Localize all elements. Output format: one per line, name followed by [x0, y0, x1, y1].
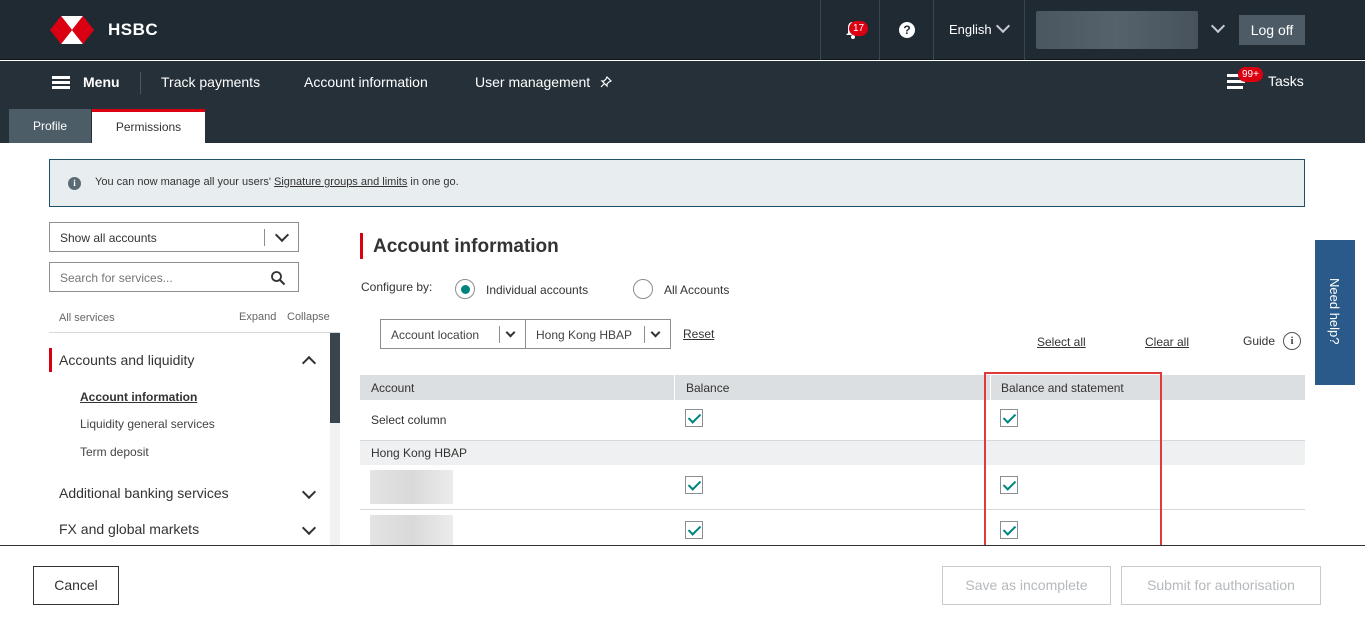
- group-label: Hong Kong HBAP: [371, 446, 468, 460]
- configure-by-label: Configure by:: [361, 280, 433, 294]
- reset-link[interactable]: Reset: [683, 327, 714, 341]
- table-group-row: Hong Kong HBAP: [360, 441, 1305, 465]
- sidebar-group-accounts-liquidity[interactable]: Accounts and liquidity: [59, 352, 194, 368]
- all-services-label: All services: [59, 312, 115, 324]
- chevron-down-icon[interactable]: [650, 327, 661, 338]
- collapse-link[interactable]: Collapse: [287, 311, 330, 323]
- notification-badge: 17: [849, 21, 869, 36]
- chevron-down-icon[interactable]: [274, 227, 290, 243]
- guide-label[interactable]: Guide: [1243, 334, 1275, 348]
- info-notice: i You can now manage all your users' Sig…: [49, 159, 1305, 207]
- divider: [140, 72, 141, 94]
- location-value-dropdown[interactable]: Hong Kong HBAP: [525, 319, 671, 349]
- top-bar: HSBC 17 ? English Log off: [0, 0, 1365, 60]
- page-title: Account information: [373, 236, 559, 257]
- divider: [264, 229, 265, 246]
- info-icon: i: [68, 177, 81, 190]
- signature-groups-link[interactable]: Signature groups and limits: [274, 176, 407, 188]
- divider: [499, 326, 500, 343]
- individual-accounts-label[interactable]: Individual accounts: [486, 283, 588, 297]
- nav-bar: Menu Track payments Account information …: [0, 61, 1365, 101]
- chevron-down-icon[interactable]: [995, 18, 1011, 34]
- pin-icon[interactable]: [600, 76, 612, 88]
- column-header-account: Account: [371, 381, 415, 395]
- hsbc-logo-icon[interactable]: [50, 16, 94, 44]
- all-accounts-label[interactable]: All Accounts: [664, 283, 729, 297]
- table-header: Account Balance Balance and statement: [360, 375, 1305, 400]
- expand-link[interactable]: Expand: [239, 311, 276, 323]
- divider: [674, 375, 675, 400]
- chevron-down-icon[interactable]: [1210, 18, 1226, 34]
- row-balance-checkbox[interactable]: [685, 476, 703, 494]
- divider: [1024, 0, 1025, 60]
- menu-button[interactable]: Menu: [83, 74, 120, 90]
- sidebar-item-account-information[interactable]: Account information: [80, 390, 197, 404]
- tab-profile[interactable]: Profile: [9, 109, 91, 143]
- active-group-indicator: [49, 348, 52, 372]
- help-icon[interactable]: ?: [899, 22, 915, 38]
- search-placeholder: Search for services...: [60, 271, 173, 285]
- logo-text: HSBC: [108, 20, 159, 39]
- sidebar-item-liquidity-general[interactable]: Liquidity general services: [80, 417, 215, 431]
- account-number-redacted: [370, 515, 453, 545]
- logoff-button[interactable]: Log off: [1239, 15, 1305, 45]
- divider: [644, 326, 645, 343]
- row-balance-checkbox[interactable]: [685, 521, 703, 539]
- notice-text: You can now manage all your users' Signa…: [95, 176, 459, 188]
- clear-all-link[interactable]: Clear all: [1145, 335, 1189, 349]
- sidebar-scrollbar-thumb[interactable]: [330, 333, 340, 423]
- sidebar-group-additional-banking[interactable]: Additional banking services: [59, 485, 229, 501]
- account-location-dropdown[interactable]: Account location: [380, 319, 526, 349]
- account-number-redacted: [370, 470, 453, 504]
- cancel-button[interactable]: Cancel: [33, 566, 119, 605]
- divider: [879, 0, 880, 60]
- highlight-box: [984, 372, 1162, 549]
- account-location-label: Account location: [391, 328, 480, 342]
- divider: [820, 0, 821, 60]
- tasks-badge: 99+: [1238, 67, 1263, 82]
- info-icon[interactable]: i: [1283, 332, 1301, 350]
- account-filter-value: Show all accounts: [60, 231, 157, 245]
- column-header-balance: Balance: [686, 381, 730, 395]
- nav-track-payments[interactable]: Track payments: [161, 74, 260, 90]
- submit-authorisation-button[interactable]: Submit for authorisation: [1121, 566, 1321, 605]
- individual-accounts-radio[interactable]: [455, 279, 475, 299]
- user-name-redacted: [1036, 11, 1198, 49]
- nav-user-management[interactable]: User management: [475, 74, 590, 90]
- language-selector[interactable]: English: [949, 22, 992, 37]
- search-icon[interactable]: [270, 270, 286, 286]
- all-accounts-radio[interactable]: [633, 279, 653, 299]
- title-accent-bar: [360, 233, 363, 259]
- divider: [933, 0, 934, 60]
- location-value: Hong Kong HBAP: [536, 328, 633, 342]
- nav-account-information[interactable]: Account information: [304, 74, 428, 90]
- service-search-input[interactable]: Search for services...: [49, 262, 299, 292]
- save-incomplete-button[interactable]: Save as incomplete: [942, 566, 1111, 605]
- tab-permissions[interactable]: Permissions: [92, 109, 205, 143]
- notice-text-after: in one go.: [410, 176, 459, 188]
- hamburger-menu-icon[interactable]: [52, 76, 70, 89]
- sidebar-group-fx-global-markets[interactable]: FX and global markets: [59, 521, 199, 537]
- divider: [360, 509, 1305, 510]
- need-help-label[interactable]: Need help?: [1327, 278, 1342, 345]
- divider: [49, 332, 340, 333]
- sidebar-item-term-deposit[interactable]: Term deposit: [80, 445, 149, 459]
- select-column-balance-checkbox[interactable]: [685, 409, 703, 427]
- notice-text-before: You can now manage all your users': [95, 176, 271, 188]
- chevron-down-icon[interactable]: [505, 327, 516, 338]
- account-filter-select[interactable]: Show all accounts: [49, 222, 299, 252]
- select-column-label: Select column: [371, 413, 447, 427]
- tasks-button[interactable]: Tasks: [1268, 73, 1304, 89]
- select-all-link[interactable]: Select all: [1037, 335, 1086, 349]
